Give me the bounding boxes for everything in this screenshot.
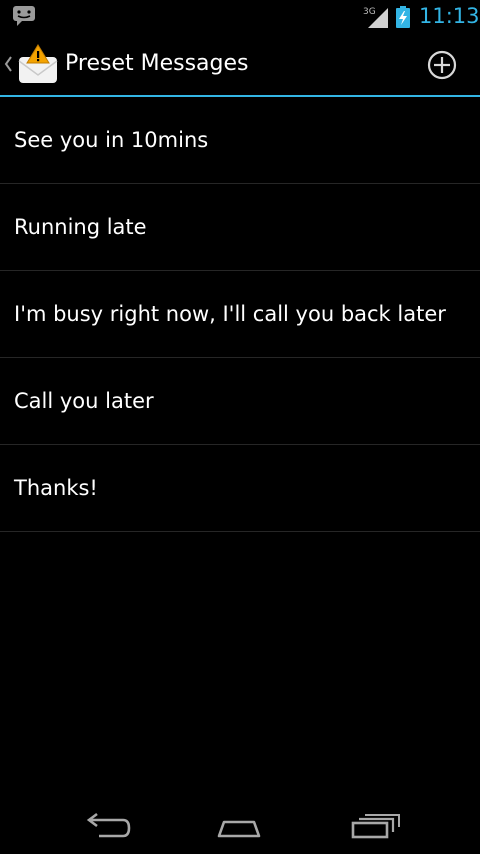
list-item[interactable]: See you in 10mins bbox=[0, 97, 480, 184]
recent-apps-icon[interactable] bbox=[345, 808, 405, 842]
list-item-label: Call you later bbox=[14, 389, 154, 413]
status-clock: 11:13 bbox=[419, 4, 480, 28]
preset-message-list: See you in 10mins Running late I'm busy … bbox=[0, 97, 480, 532]
list-item[interactable]: Thanks! bbox=[0, 445, 480, 532]
navigation-bar bbox=[0, 794, 480, 854]
plus-circle-icon[interactable] bbox=[420, 43, 464, 87]
action-bar: Preset Messages bbox=[0, 33, 480, 95]
up-caret-icon[interactable] bbox=[4, 55, 13, 73]
back-icon[interactable] bbox=[77, 808, 137, 842]
network-type-label: 3G bbox=[363, 7, 376, 17]
signal-icon: 3G bbox=[363, 7, 388, 28]
messaging-notification-icon bbox=[13, 6, 35, 26]
message-alert-icon[interactable] bbox=[16, 43, 60, 85]
list-item[interactable]: Running late bbox=[0, 184, 480, 271]
battery-charging-icon bbox=[396, 6, 410, 28]
list-item-label: Thanks! bbox=[14, 476, 98, 500]
status-bar: 3G 11:13 bbox=[0, 0, 480, 33]
page-title: Preset Messages bbox=[65, 51, 249, 76]
home-icon[interactable] bbox=[209, 808, 269, 842]
list-item[interactable]: Call you later bbox=[0, 358, 480, 445]
list-item-label: See you in 10mins bbox=[14, 128, 209, 152]
list-item-label: I'm busy right now, I'll call you back l… bbox=[14, 302, 446, 326]
list-item-label: Running late bbox=[14, 215, 147, 239]
list-item[interactable]: I'm busy right now, I'll call you back l… bbox=[0, 271, 480, 358]
